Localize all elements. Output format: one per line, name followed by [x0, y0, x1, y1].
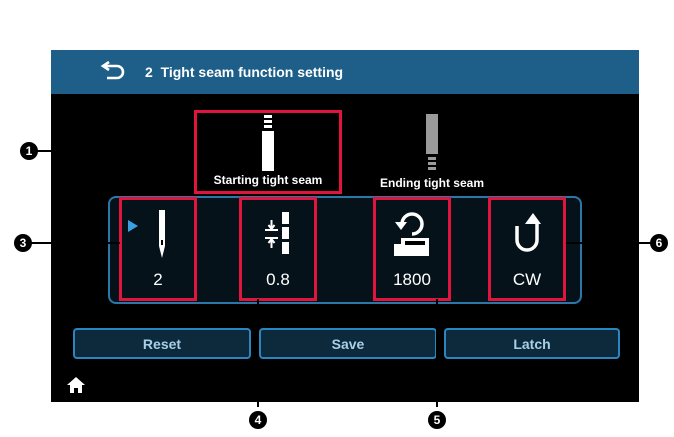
title-bar: 2 Tight seam function setting — [51, 50, 639, 94]
rotation-direction-param[interactable]: CW — [488, 197, 566, 301]
callout-1-leader — [36, 150, 194, 152]
save-button[interactable]: Save — [259, 328, 437, 359]
ending-seam-label: Ending tight seam — [379, 176, 484, 190]
callout-4-leader — [257, 299, 259, 407]
callout-5-leader — [436, 299, 438, 407]
needle-stitch-count-icon — [159, 210, 165, 258]
starting-seam-icon — [262, 115, 274, 171]
sewing-speed-icon — [394, 212, 429, 256]
ending-seam-icon — [426, 114, 438, 170]
stitch-count-value: 2 — [153, 270, 163, 289]
sewing-speed-value: 1800 — [393, 270, 431, 289]
latch-button[interactable]: Latch — [444, 328, 620, 359]
starting-seam-label: Starting tight seam — [213, 173, 323, 187]
callout-5: 5 — [428, 411, 446, 429]
tab-starting-tight-seam[interactable]: Starting tight seam — [194, 110, 342, 194]
rotation-direction-icon — [515, 213, 541, 252]
reset-button[interactable]: Reset — [73, 328, 251, 359]
stitch-pitch-value: 0.8 — [266, 270, 290, 289]
callout-3: 3 — [14, 234, 32, 252]
stitch-pitch-param[interactable]: 0.8 — [239, 197, 317, 301]
callout-6-leader — [566, 242, 652, 244]
rotation-direction-value: CW — [512, 270, 542, 289]
tab-ending-tight-seam[interactable]: Ending tight seam — [358, 110, 506, 194]
panel-screen: 2 Tight seam function setting Starting t… — [51, 50, 639, 402]
callout-4: 4 — [249, 411, 267, 429]
page-title: 2 Tight seam function setting — [145, 64, 344, 80]
callout-6: 6 — [650, 234, 668, 252]
selection-marker-icon — [128, 220, 138, 232]
stitch-count-param[interactable]: 2 — [119, 197, 197, 301]
callout-3-leader — [30, 242, 120, 244]
stitch-pitch-icon — [265, 212, 289, 254]
sewing-speed-param[interactable]: 1800 — [373, 197, 451, 301]
callout-1: 1 — [20, 142, 38, 160]
back-arrow-icon[interactable] — [99, 61, 125, 83]
home-icon[interactable] — [67, 376, 85, 394]
